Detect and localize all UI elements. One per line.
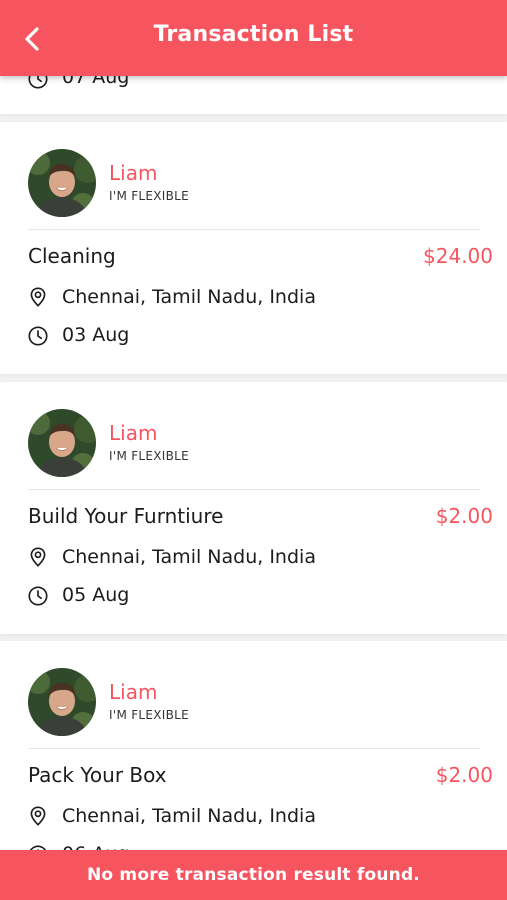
- end-of-list-banner: No more transaction result found.: [0, 850, 507, 900]
- task-price: $24.00: [423, 244, 493, 268]
- location-pin-icon: [30, 547, 46, 567]
- task-title: Cleaning: [28, 244, 116, 268]
- transaction-date: 05 Aug: [62, 584, 130, 606]
- transaction-date: 03 Aug: [62, 324, 130, 346]
- end-of-list-message: No more transaction result found.: [87, 865, 420, 885]
- avatar: [28, 409, 96, 477]
- user-tagline: I'M FLEXIBLE: [109, 449, 190, 463]
- clock-icon: [28, 326, 48, 346]
- task-location: Chennai, Tamil Nadu, India: [62, 546, 316, 568]
- transaction-list-screen: 07 Aug Liam I'M FLEXIBLE Cleaning $24.00…: [0, 0, 507, 900]
- page-title: Transaction List: [153, 22, 354, 47]
- user-name[interactable]: Liam: [109, 161, 157, 185]
- avatar: [28, 668, 96, 736]
- app-header: Transaction List: [0, 0, 507, 76]
- user-name[interactable]: Liam: [109, 421, 157, 445]
- user-tagline: I'M FLEXIBLE: [109, 708, 190, 722]
- task-title: Build Your Furntiure: [28, 504, 224, 528]
- transaction-list[interactable]: 07 Aug Liam I'M FLEXIBLE Cleaning $24.00…: [0, 0, 507, 900]
- user-tagline: I'M FLEXIBLE: [109, 189, 190, 203]
- task-title: Pack Your Box: [28, 763, 167, 787]
- transaction-card[interactable]: Liam I'M FLEXIBLE Cleaning $24.00 Chenna…: [0, 122, 507, 374]
- location-pin-icon: [30, 806, 46, 826]
- divider: [28, 229, 480, 230]
- avatar: [28, 149, 96, 217]
- task-location: Chennai, Tamil Nadu, India: [62, 805, 316, 827]
- location-pin-icon: [30, 287, 46, 307]
- task-price: $2.00: [435, 504, 493, 528]
- user-name[interactable]: Liam: [109, 680, 157, 704]
- transaction-card[interactable]: Liam I'M FLEXIBLE Build Your Furntiure $…: [0, 382, 507, 634]
- task-location: Chennai, Tamil Nadu, India: [62, 286, 316, 308]
- task-price: $2.00: [435, 763, 493, 787]
- clock-icon: [28, 586, 48, 606]
- divider: [28, 748, 480, 749]
- divider: [28, 489, 480, 490]
